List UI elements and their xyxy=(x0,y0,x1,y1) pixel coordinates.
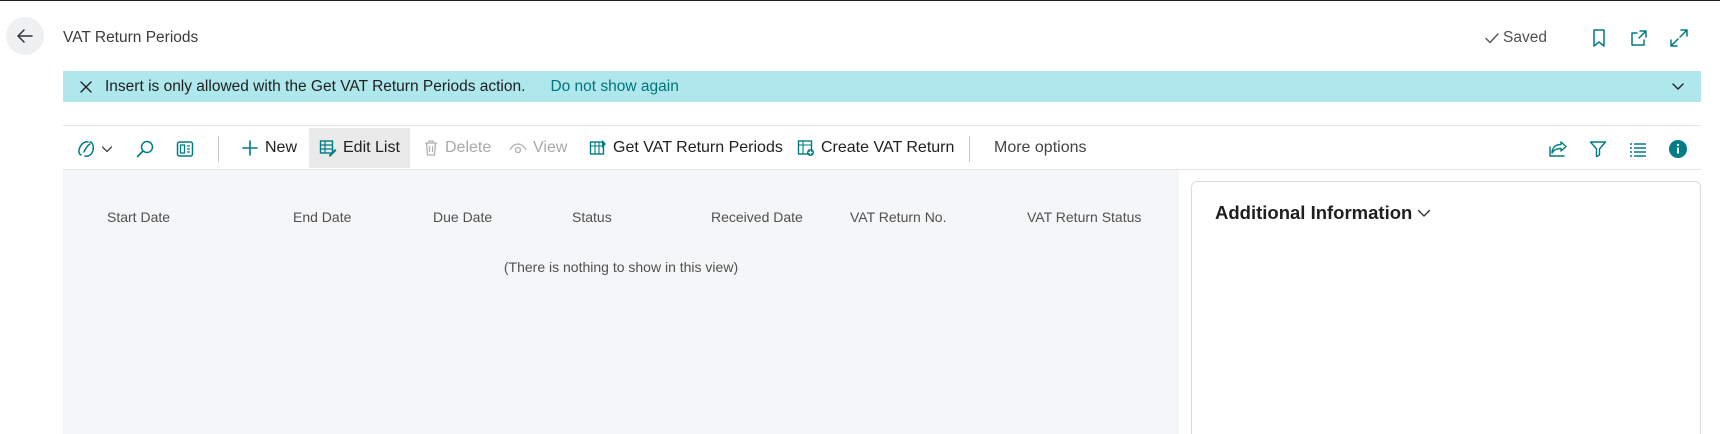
banner-expand-button[interactable] xyxy=(1667,75,1689,97)
view-label: View xyxy=(533,139,568,156)
chevron-down-icon xyxy=(101,146,112,153)
list-area: Start Date End Date Due Date Status Rece… xyxy=(63,170,1179,434)
edit-list-label: Edit List xyxy=(343,139,400,156)
factbox-toggle-button[interactable] xyxy=(1665,136,1691,162)
column-header-start-date[interactable]: Start Date xyxy=(107,209,170,225)
do-not-show-again-link[interactable]: Do not show again xyxy=(550,78,678,96)
trash-icon xyxy=(425,140,437,156)
bookmark-icon xyxy=(1593,29,1605,47)
arrow-left-icon xyxy=(17,29,33,43)
banner-close-button[interactable] xyxy=(73,74,99,100)
chevron-down-icon xyxy=(1672,83,1684,90)
more-options-button[interactable]: More options xyxy=(984,128,1097,168)
filter-button[interactable] xyxy=(1585,136,1611,162)
copilot-menu-button[interactable] xyxy=(74,136,114,162)
tile-view-icon xyxy=(176,141,194,157)
column-header-status[interactable]: Status xyxy=(572,209,612,225)
info-icon xyxy=(1669,140,1687,158)
open-in-new-window-icon xyxy=(1631,30,1647,46)
back-button[interactable] xyxy=(6,17,44,55)
create-vat-return-label: Create VAT Return xyxy=(821,139,955,156)
column-header-received-date[interactable]: Received Date xyxy=(711,209,803,225)
search-button[interactable] xyxy=(132,136,158,162)
create-document-icon xyxy=(797,140,814,156)
view-button[interactable]: View xyxy=(499,128,577,168)
delete-button[interactable]: Delete xyxy=(413,128,501,168)
column-header-vat-return-no[interactable]: VAT Return No. xyxy=(850,209,946,225)
search-icon xyxy=(136,140,154,158)
notification-banner: Insert is only allowed with the Get VAT … xyxy=(63,71,1701,102)
eye-icon xyxy=(509,143,527,154)
bookmark-button[interactable] xyxy=(1587,26,1611,50)
edit-list-button[interactable]: Edit List xyxy=(309,128,410,168)
share-button[interactable] xyxy=(1545,136,1571,162)
saved-status: Saved xyxy=(1484,29,1547,47)
create-vat-return-button[interactable]: Create VAT Return xyxy=(787,128,964,168)
factbox-pane: Additional Information xyxy=(1191,181,1701,434)
copilot-icon xyxy=(77,141,94,157)
get-vat-return-periods-label: Get VAT Return Periods xyxy=(613,139,783,156)
more-options-label: More options xyxy=(994,139,1087,156)
additional-information-header[interactable]: Additional Information xyxy=(1215,202,1432,224)
new-button[interactable]: New xyxy=(231,128,307,168)
edit-list-icon xyxy=(319,140,337,157)
expand-icon xyxy=(1670,29,1688,47)
checkmark-icon xyxy=(1485,33,1499,44)
list-icon xyxy=(1630,143,1646,157)
column-header-due-date[interactable]: Due Date xyxy=(433,209,492,225)
get-periods-icon xyxy=(589,140,606,155)
new-label: New xyxy=(265,139,298,156)
delete-label: Delete xyxy=(445,139,492,156)
list-view-button[interactable] xyxy=(1625,136,1651,162)
close-icon xyxy=(80,80,92,93)
saved-label: Saved xyxy=(1503,29,1547,46)
window-top-border xyxy=(0,0,1720,1)
share-icon xyxy=(1549,141,1567,157)
expand-button[interactable] xyxy=(1667,26,1691,50)
column-header-end-date[interactable]: End Date xyxy=(293,209,351,225)
separator xyxy=(218,136,219,162)
separator xyxy=(969,136,970,162)
plus-icon xyxy=(242,140,258,156)
factbox-title: Additional Information xyxy=(1215,202,1413,223)
show-as-tiles-button[interactable] xyxy=(172,136,198,162)
page-title: VAT Return Periods xyxy=(63,29,199,46)
banner-message: Insert is only allowed with the Get VAT … xyxy=(105,77,526,95)
chevron-down-icon xyxy=(1418,209,1431,217)
get-vat-return-periods-button[interactable]: Get VAT Return Periods xyxy=(579,128,793,168)
action-bar: New Edit List Delete View Get VAT Return… xyxy=(63,125,1701,170)
open-new-window-button[interactable] xyxy=(1627,26,1651,50)
empty-list-message: (There is nothing to show in this view) xyxy=(503,259,739,275)
column-header-vat-return-status[interactable]: VAT Return Status xyxy=(1027,209,1141,225)
filter-icon xyxy=(1589,141,1607,158)
